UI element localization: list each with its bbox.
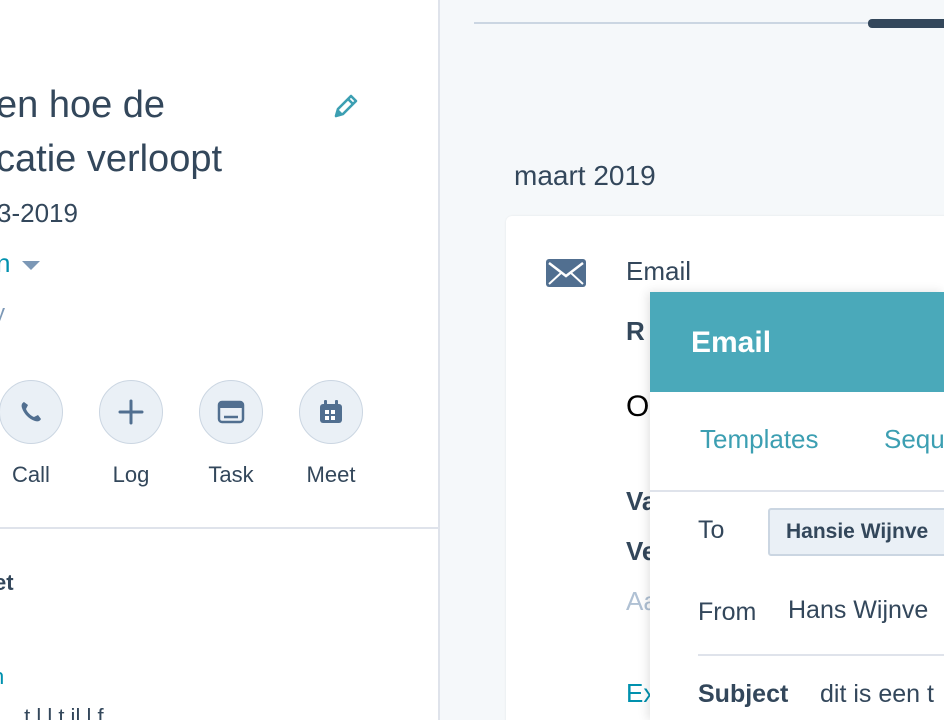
- subject-label: Subject: [698, 680, 789, 708]
- envelope-icon: [546, 259, 586, 287]
- chevron-down-icon[interactable]: [22, 261, 40, 270]
- subject-input[interactable]: dit is een t: [820, 680, 934, 709]
- meet-label: Meet: [306, 462, 356, 487]
- task-button[interactable]: [199, 380, 263, 444]
- queue-fragment: y: [0, 300, 5, 326]
- to-label: To: [698, 516, 725, 544]
- call-label: Call: [12, 462, 50, 487]
- from-field[interactable]: Hans Wijnve: [788, 596, 928, 625]
- task-title-line-1: en hoe de: [0, 84, 166, 126]
- log-action[interactable]: Log: [99, 380, 163, 488]
- recipient-chip[interactable]: Hansie Wijnve: [768, 508, 944, 556]
- from-label: From: [698, 598, 757, 626]
- task-title[interactable]: en hoe de catie verloopt: [0, 78, 326, 186]
- hidden-text-1: R: [626, 316, 645, 346]
- task-action[interactable]: Task: [199, 380, 263, 488]
- tab-templates[interactable]: Templates: [700, 424, 819, 455]
- task-title-line-2: catie verloopt: [0, 138, 223, 180]
- calendar-icon: [320, 400, 342, 423]
- tab-sequences[interactable]: Sequ: [884, 424, 944, 455]
- phone-icon: [21, 402, 41, 422]
- section-divider: [0, 527, 438, 529]
- call-action[interactable]: Call: [0, 380, 63, 488]
- email-composer: Email Templates Sequ To Hansie Wijnve Fr…: [650, 292, 944, 720]
- log-label: Log: [112, 462, 150, 487]
- section-heading: et: [0, 570, 14, 595]
- active-tab-indicator[interactable]: [868, 19, 944, 28]
- task-label: Task: [208, 462, 254, 487]
- owner-dropdown[interactable]: n: [0, 248, 10, 279]
- call-button[interactable]: [0, 380, 63, 444]
- meet-button[interactable]: [299, 380, 363, 444]
- composer-divider: [650, 490, 944, 492]
- timeline-month: maart 2019: [514, 160, 656, 191]
- field-divider: [698, 654, 944, 656]
- plus-icon: [118, 399, 144, 425]
- meet-action[interactable]: Meet: [299, 380, 363, 488]
- section-text: … t l l t il l f: [0, 704, 104, 720]
- hidden-text-2: O: [626, 390, 650, 423]
- task-icon: [217, 400, 245, 424]
- activity-type: Email: [626, 256, 692, 286]
- log-button[interactable]: [99, 380, 163, 444]
- task-detail-panel: en hoe de catie verloopt 3-2019 n y Call…: [0, 0, 440, 720]
- section-link[interactable]: n: [0, 664, 4, 690]
- composer-title: Email: [691, 326, 772, 359]
- due-date: 3-2019: [0, 198, 78, 228]
- composer-header: Email: [650, 292, 944, 392]
- pencil-icon[interactable]: [330, 90, 362, 122]
